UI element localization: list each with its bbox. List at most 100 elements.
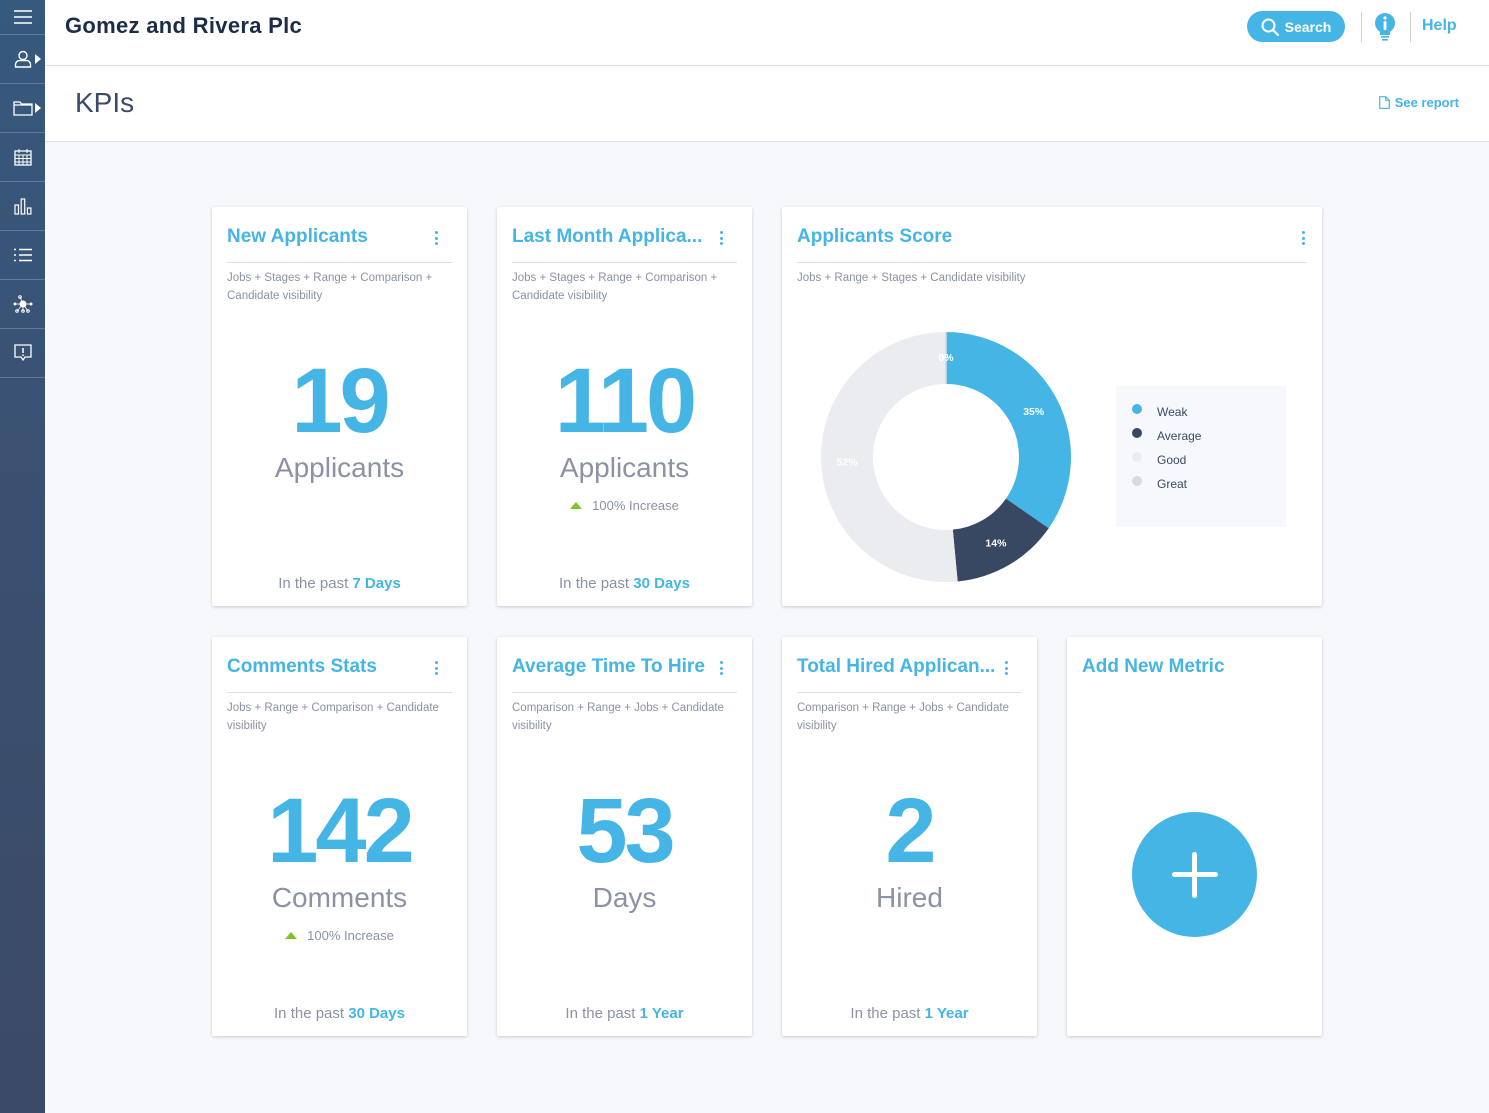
top-bar: Gomez and Rivera Plc Search Help: [45, 0, 1489, 66]
card-title: Add New Metric: [1082, 656, 1225, 677]
kpi-card-average-time-to-hire: Average Time To Hire Comparison + Range …: [497, 637, 752, 1036]
kpi-period: In the past 30 Days: [212, 1005, 467, 1022]
sidebar: [0, 0, 45, 1113]
sidebar-item-calendar[interactable]: [0, 133, 45, 182]
kpi-value: 19: [291, 350, 390, 452]
card-menu-icon[interactable]: [1004, 661, 1008, 675]
card-title: New Applicants: [227, 226, 368, 247]
kpi-card-total-hired-applicants: Total Hired Applican... Comparison + Ran…: [782, 637, 1037, 1036]
card-title: Applicants Score: [797, 226, 953, 247]
feedback-icon: [13, 344, 32, 362]
donut-label-great: 0%: [938, 352, 954, 364]
card-filters: Comparison + Range + Jobs + Candidate vi…: [512, 702, 724, 732]
period-value: 1 Year: [924, 1005, 969, 1022]
card-header: Last Month Applica...: [512, 207, 737, 263]
kpi-card-last-month-applicants: Last Month Applica... Jobs + Stages + Ra…: [497, 207, 752, 606]
sidebar-item-list[interactable]: [0, 231, 45, 280]
card-filters: Jobs + Stages + Range + Comparison + Can…: [512, 272, 718, 302]
tips-button[interactable]: [1373, 12, 1397, 42]
trend-label: 100% Increase: [307, 928, 394, 943]
kpi-period: In the past 1 Year: [497, 1005, 752, 1022]
search-label: Search: [1284, 18, 1332, 35]
company-name: Gomez and Rivera Plc: [65, 13, 303, 38]
sidebar-item-network[interactable]: [0, 280, 45, 329]
kpi-period: In the past 30 Days: [497, 575, 752, 592]
period-prefix: In the past: [278, 575, 349, 592]
card-filters: Comparison + Range + Jobs + Candidate vi…: [797, 702, 1009, 732]
kpi-card-applicants-score: Applicants Score Jobs + Range + Stages +…: [782, 207, 1322, 606]
donut-label-average: 14%: [985, 537, 1007, 549]
sidebar-item-user[interactable]: [0, 35, 45, 84]
legend-swatch: [1132, 452, 1142, 462]
sidebar-item-feedback[interactable]: [0, 329, 45, 378]
user-icon: [14, 50, 31, 68]
search-button[interactable]: Search: [1247, 11, 1345, 42]
trend-label: 100% Increase: [592, 498, 679, 513]
card-header: Total Hired Applican...: [797, 637, 1022, 693]
kpi-value: 110: [554, 350, 697, 452]
help-link[interactable]: Help: [1422, 17, 1457, 35]
period-value: 1 Year: [639, 1005, 684, 1022]
search-icon: [1261, 18, 1279, 36]
kpi-unit: Applicants: [274, 452, 405, 483]
trend-up-icon: [570, 502, 583, 509]
kpi-trend: 100% Increase: [212, 928, 467, 943]
period-value: 30 Days: [348, 1005, 405, 1022]
card-menu-icon[interactable]: [434, 231, 438, 245]
donut-slice-weak[interactable]: [946, 332, 1071, 529]
card-menu-icon[interactable]: [719, 231, 723, 245]
period-value: 7 Days: [352, 575, 401, 592]
menu-icon: [13, 10, 32, 24]
page-header: KPIs See report: [45, 66, 1489, 142]
period-prefix: In the past: [559, 575, 630, 592]
list-icon: [13, 248, 32, 262]
sidebar-item-menu[interactable]: [0, 0, 45, 35]
legend-label: Average: [1157, 429, 1202, 443]
card-header: Applicants Score: [797, 207, 1307, 263]
page-title: KPIs: [75, 87, 135, 118]
legend-swatch: [1132, 428, 1142, 438]
trend-up-icon: [285, 932, 298, 939]
submenu-caret-icon: [35, 103, 41, 113]
folder-icon: [12, 100, 33, 116]
sidebar-item-reports[interactable]: [0, 182, 45, 231]
network-icon: [13, 295, 32, 313]
kpi-value: 53: [576, 780, 675, 882]
legend-item-great[interactable]: Great: [1132, 470, 1286, 498]
legend-label: Good: [1157, 453, 1187, 467]
divider: [1361, 12, 1362, 42]
period-value: 30 Days: [633, 575, 690, 592]
document-icon: [1378, 96, 1390, 109]
kpi-unit: Applicants: [559, 452, 690, 483]
kpi-trend: 100% Increase: [497, 498, 752, 513]
bar-chart-icon: [13, 198, 31, 215]
lightbulb-info-icon: [1375, 13, 1395, 41]
kpi-unit: Comments: [271, 882, 408, 913]
period-prefix: In the past: [565, 1005, 636, 1022]
donut-label-good: 52%: [837, 457, 859, 469]
card-title: Average Time To Hire: [512, 656, 705, 677]
kpi-value: 142: [267, 780, 415, 882]
kpi-card-new-applicants: New Applicants Jobs + Stages + Range + C…: [212, 207, 467, 606]
sidebar-item-folder[interactable]: [0, 84, 45, 133]
kpi-card-comments-stats: Comments Stats Jobs + Range + Comparison…: [212, 637, 467, 1036]
card-menu-icon[interactable]: [719, 661, 723, 675]
kpi-unit: Hired: [876, 882, 943, 913]
legend-label: Weak: [1157, 405, 1188, 419]
kpi-value: 2: [885, 780, 936, 882]
add-metric-card[interactable]: Add New Metric: [1067, 637, 1322, 1036]
donut-label-weak: 35%: [1023, 406, 1045, 418]
score-donut-chart: 35% 14% 52% 0%: [821, 332, 1071, 582]
card-title: Comments Stats: [227, 656, 377, 677]
divider: [1410, 12, 1411, 42]
see-report-label: See report: [1394, 95, 1459, 110]
chart-legend: Weak Average Good Great: [1116, 386, 1286, 527]
card-menu-icon[interactable]: [1301, 231, 1305, 245]
see-report-link[interactable]: See report: [1378, 95, 1459, 110]
kpi-period: In the past 7 Days: [212, 575, 467, 592]
period-prefix: In the past: [274, 1005, 345, 1022]
card-header: Average Time To Hire: [512, 637, 737, 693]
add-metric-button[interactable]: [1132, 812, 1257, 937]
card-menu-icon[interactable]: [434, 661, 438, 675]
calendar-icon: [13, 149, 32, 166]
